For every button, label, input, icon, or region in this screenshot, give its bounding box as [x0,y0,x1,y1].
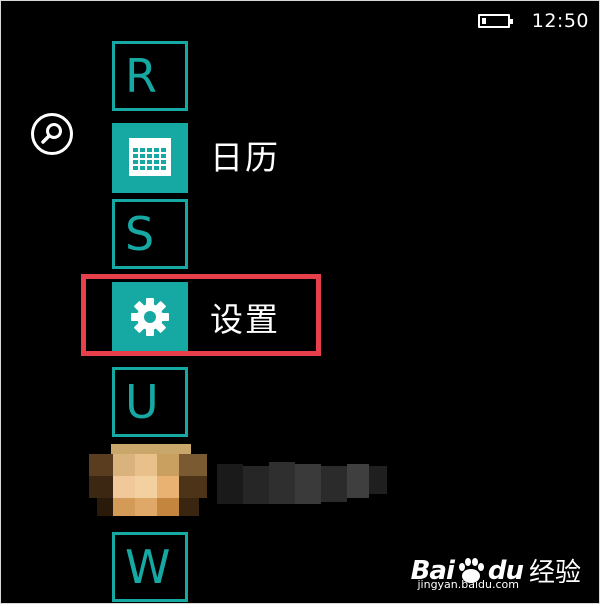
letter-tile-r[interactable]: R [112,41,188,111]
pixel-block [135,476,157,498]
pixel-block [217,464,243,504]
pixel-block [113,454,135,476]
battery-icon [477,14,513,28]
pixelated-app-entry[interactable] [89,444,389,524]
pixel-block [89,476,113,498]
pixel-block [113,498,135,516]
pixel-block [97,498,113,516]
pixel-block [243,466,269,504]
calendar-app-tile[interactable] [112,123,188,193]
pixel-block [111,444,191,454]
highlight-annotation [81,274,321,356]
status-bar: 12:50 [477,7,589,35]
pixel-block [135,454,157,476]
search-icon [41,123,62,144]
status-time: 12:50 [531,10,589,32]
pixel-block [157,476,179,498]
pixel-block [135,498,157,516]
letter-tile-label: W [125,540,171,594]
pixel-block [295,464,321,504]
letter-tile-label: U [125,375,159,429]
letter-tile-s[interactable]: S [112,199,188,269]
pixel-block [269,462,295,504]
watermark-product: 经验 [528,558,581,588]
battery-level-fill [481,18,486,24]
pixel-block [113,476,135,498]
pixel-block [89,454,113,476]
baidu-jingyan-watermark: Bai du 经验 jingyan.baidu.com [411,552,581,592]
pixel-block [157,454,179,476]
calendar-icon [129,138,171,176]
pixel-block [179,498,199,516]
letter-tile-w[interactable]: W [112,532,188,602]
pixel-block [321,466,347,502]
search-button[interactable] [31,113,73,155]
phone-screen: 12:50 R 日历 S 设置 U W Bai du 经验 jingyan.ba… [0,0,600,604]
letter-tile-label: S [125,207,155,261]
letter-tile-u[interactable]: U [112,367,188,437]
pixel-block [347,464,369,498]
pixel-block [179,454,207,476]
calendar-app-label[interactable]: 日历 [210,131,280,179]
letter-tile-label: R [125,49,157,103]
watermark-url: jingyan.baidu.com [417,578,519,591]
pixel-block [157,498,179,516]
pixel-block [369,466,387,494]
pixel-block [179,476,207,498]
